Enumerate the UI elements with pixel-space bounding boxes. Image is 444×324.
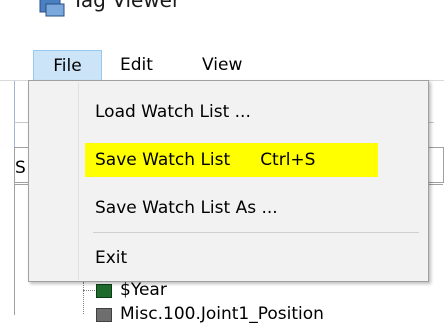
tag-icon (96, 308, 112, 322)
menu-item-load-watch-list[interactable]: Load Watch List ... (85, 95, 251, 129)
menu-bar: File Edit View (14, 42, 444, 80)
window-left-edge (0, 0, 15, 314)
tree-connector (83, 290, 95, 291)
menu-item-label: Save Watch List As ... (95, 198, 278, 218)
menu-icon-gutter (30, 82, 79, 280)
menu-item-shortcut: Ctrl+S (260, 150, 316, 170)
menu-item-label: Save Watch List (95, 150, 231, 170)
tree-item[interactable]: $Year (120, 280, 167, 300)
window-title: Tag Viewer (72, 0, 181, 12)
menu-edit[interactable]: Edit (112, 50, 161, 80)
menu-item-label: Exit (95, 248, 128, 268)
file-dropdown-menu: Load Watch List ... Save Watch List Ctrl+… (28, 80, 429, 282)
app-icon (38, 0, 66, 25)
tree-connector (83, 282, 84, 314)
title-bar: Tag Viewer (14, 0, 444, 42)
menu-item-exit[interactable]: Exit (85, 241, 127, 275)
background-letter: S (15, 158, 26, 178)
menu-view[interactable]: View (194, 50, 250, 80)
menu-item-label: Load Watch List ... (95, 102, 251, 122)
tag-icon (96, 284, 112, 298)
menu-item-save-watch-list-as[interactable]: Save Watch List As ... (85, 191, 278, 225)
menu-item-save-watch-list[interactable]: Save Watch List Ctrl+S (85, 143, 378, 177)
menu-file[interactable]: File (33, 50, 102, 80)
tree-item[interactable]: Misc.100.Joint1_Position (120, 304, 324, 324)
menu-separator (93, 232, 419, 233)
